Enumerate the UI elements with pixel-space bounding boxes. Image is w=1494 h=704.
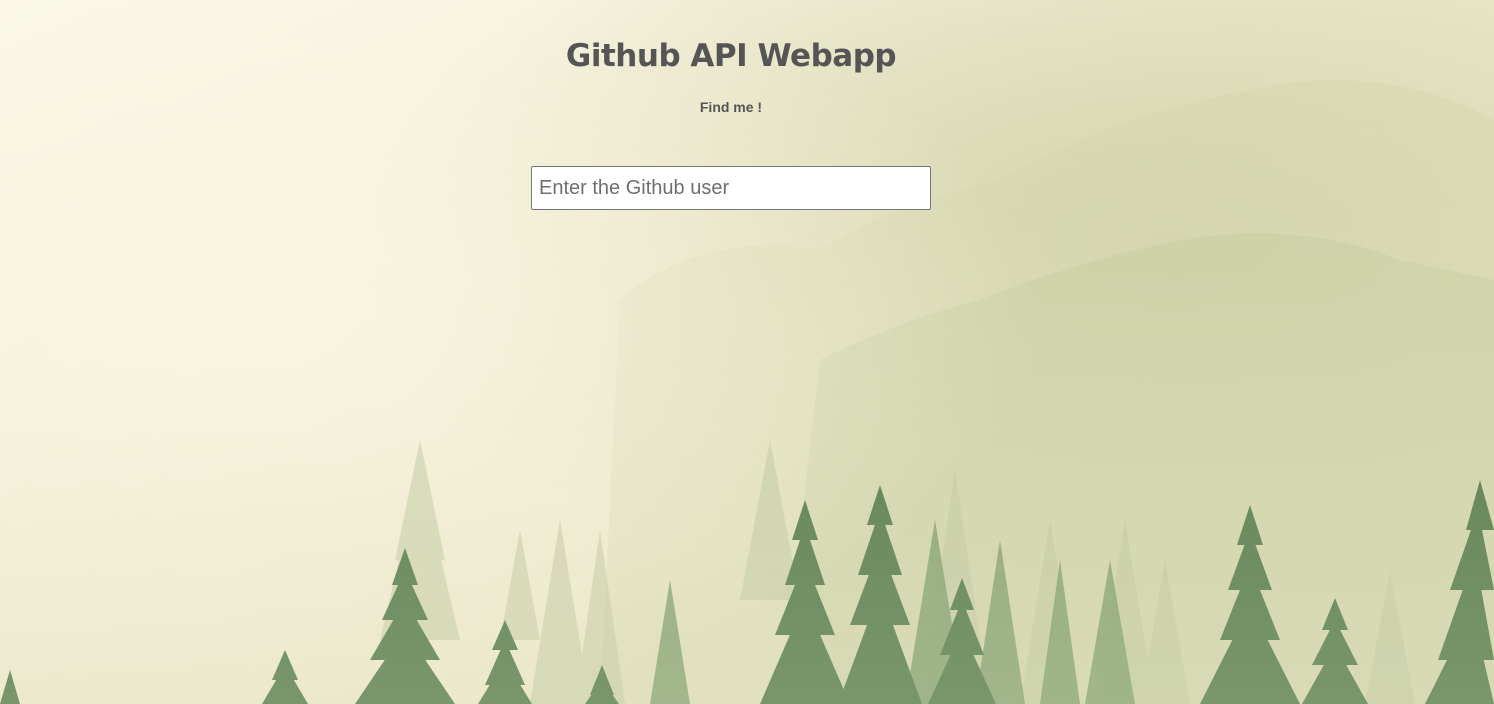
page-subtitle: Find me ! — [699, 99, 763, 115]
main-content: Github API Webapp Find me ! — [0, 0, 1494, 704]
github-user-search-input[interactable] — [531, 166, 931, 210]
page-title: Github API Webapp — [565, 38, 897, 74]
